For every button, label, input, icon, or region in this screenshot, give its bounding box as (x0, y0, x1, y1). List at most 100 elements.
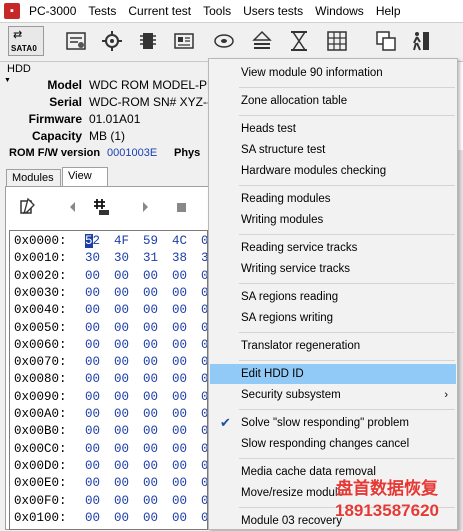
hex-byte[interactable]: 38 (172, 251, 187, 265)
hex-byte[interactable]: 00 (114, 459, 129, 473)
hex-byte[interactable]: 00 (85, 476, 100, 490)
hex-byte[interactable]: 00 (143, 424, 158, 438)
menu-help[interactable]: Help (370, 0, 407, 22)
hex-byte[interactable]: 00 (114, 338, 129, 352)
hex-byte[interactable]: 00 (201, 355, 207, 369)
menu-item-zone-allocation-table[interactable]: Zone allocation table (210, 91, 456, 111)
hex-byte[interactable]: 00 (85, 286, 100, 300)
hex-byte[interactable]: 00 (85, 303, 100, 317)
hex-byte[interactable]: 00 (114, 321, 129, 335)
hex-byte[interactable]: 00 (172, 303, 187, 317)
hex-byte[interactable]: 00 (172, 476, 187, 490)
hex-byte[interactable]: 00 (201, 390, 207, 404)
sata-port-button[interactable]: ⇄ SATA0 (8, 26, 44, 56)
hex-byte[interactable]: 00 (172, 355, 187, 369)
menu-item-heads-test[interactable]: Heads test (210, 119, 456, 139)
hex-byte[interactable]: 00 (143, 303, 158, 317)
hex-byte[interactable]: 00 (143, 494, 158, 508)
hex-byte[interactable]: 00 (85, 511, 100, 525)
exit-button[interactable] (408, 29, 432, 53)
hex-byte[interactable]: 4F (114, 234, 129, 248)
menu-windows[interactable]: Windows (309, 0, 370, 22)
hex-byte[interactable]: 30 (201, 251, 207, 265)
heads-button[interactable] (250, 29, 274, 53)
hex-byte[interactable]: 00 (143, 442, 158, 456)
menu-users-tests[interactable]: Users tests (237, 0, 309, 22)
hex-byte[interactable]: 00 (114, 442, 129, 456)
hex-byte[interactable]: 00 (172, 269, 187, 283)
hex-byte[interactable]: 00 (114, 303, 129, 317)
hex-view[interactable]: 0x0000: 52 4F 59 4C 01 0x0010: 30 30 31 38 30 0x0020… (9, 230, 208, 530)
hourglass-button[interactable] (287, 29, 311, 53)
grid-button[interactable] (325, 29, 349, 53)
hex-byte[interactable]: 00 (114, 407, 129, 421)
tab-modules[interactable]: Modules (6, 169, 61, 186)
hex-byte[interactable]: 00 (143, 355, 158, 369)
hex-byte[interactable]: 30 (114, 251, 129, 265)
windows-button[interactable] (374, 29, 398, 53)
hex-byte[interactable]: 00 (143, 390, 158, 404)
menu-item-sa-regions-reading[interactable]: SA regions reading (210, 287, 456, 307)
hex-byte[interactable]: 00 (143, 407, 158, 421)
gear-settings-button[interactable] (100, 29, 124, 53)
hex-byte[interactable]: 00 (114, 390, 129, 404)
hex-byte[interactable]: 00 (143, 476, 158, 490)
menu-tests[interactable]: Tests (82, 0, 122, 22)
hex-byte[interactable]: 52 (85, 234, 100, 248)
chip-button[interactable] (136, 29, 160, 53)
hex-byte[interactable]: 59 (143, 234, 158, 248)
menu-item-hardware-modules-checking[interactable]: Hardware modules checking (210, 161, 456, 181)
hex-byte[interactable]: 30 (85, 251, 100, 265)
hex-byte[interactable]: 00 (201, 459, 207, 473)
hex-byte[interactable]: 00 (85, 355, 100, 369)
hex-byte[interactable]: 00 (114, 511, 129, 525)
hex-byte[interactable]: 00 (114, 494, 129, 508)
hex-byte[interactable]: 00 (172, 321, 187, 335)
menu-item-edit-hdd-id[interactable]: Edit HDD ID (210, 364, 456, 384)
prev-button[interactable] (62, 196, 84, 218)
menu-item-sa-regions-writing[interactable]: SA regions writing (210, 308, 456, 328)
hex-byte[interactable]: 00 (201, 372, 207, 386)
hex-byte[interactable]: 00 (114, 355, 129, 369)
hex-byte[interactable]: 00 (201, 321, 207, 335)
menu-item-security-subsystem[interactable]: Security subsystem › (210, 385, 456, 405)
next-button[interactable] (134, 196, 156, 218)
menu-current-test[interactable]: Current test (122, 0, 197, 22)
stop-button[interactable] (170, 196, 192, 218)
hex-byte[interactable]: 00 (172, 424, 187, 438)
menu-item-sa-structure-test[interactable]: SA structure test (210, 140, 456, 160)
hex-byte[interactable]: 00 (85, 442, 100, 456)
disk-button[interactable] (212, 29, 236, 53)
hex-byte[interactable]: 00 (143, 459, 158, 473)
hex-byte[interactable]: 00 (114, 424, 129, 438)
hex-byte[interactable]: 00 (172, 286, 187, 300)
hex-byte[interactable]: 00 (85, 494, 100, 508)
hex-byte[interactable]: 00 (172, 407, 187, 421)
hex-byte[interactable]: 00 (172, 494, 187, 508)
hex-byte[interactable]: 00 (172, 459, 187, 473)
menu-item-reading-modules[interactable]: Reading modules (210, 189, 456, 209)
id-card-button[interactable] (172, 29, 196, 53)
hex-byte[interactable]: 00 (85, 321, 100, 335)
menu-item-slow-responding-changes-cancel[interactable]: Slow responding changes cancel (210, 434, 456, 454)
hex-byte[interactable]: 00 (172, 338, 187, 352)
hex-byte[interactable]: 00 (85, 407, 100, 421)
goto-offset-button[interactable] (90, 196, 112, 218)
hex-byte[interactable]: 00 (114, 476, 129, 490)
menu-item-view-module-90-information[interactable]: View module 90 information (210, 63, 456, 83)
hex-byte[interactable]: 00 (201, 442, 207, 456)
menu-item-solve-slow-responding-problem[interactable]: Solve "slow responding" problem ✔ (210, 413, 456, 433)
hex-byte[interactable]: 00 (201, 286, 207, 300)
hex-byte[interactable]: 00 (143, 338, 158, 352)
hex-byte[interactable]: 00 (172, 390, 187, 404)
hex-byte[interactable]: 00 (143, 269, 158, 283)
hex-byte[interactable]: 00 (114, 372, 129, 386)
hex-byte[interactable]: 00 (85, 372, 100, 386)
hex-byte[interactable]: 00 (143, 321, 158, 335)
hex-byte[interactable]: 00 (201, 494, 207, 508)
hex-byte[interactable]: 00 (143, 286, 158, 300)
hex-byte[interactable]: 01 (201, 234, 207, 248)
hex-byte[interactable]: 4C (172, 234, 187, 248)
hex-byte[interactable]: 00 (85, 338, 100, 352)
hex-byte[interactable]: 00 (114, 286, 129, 300)
